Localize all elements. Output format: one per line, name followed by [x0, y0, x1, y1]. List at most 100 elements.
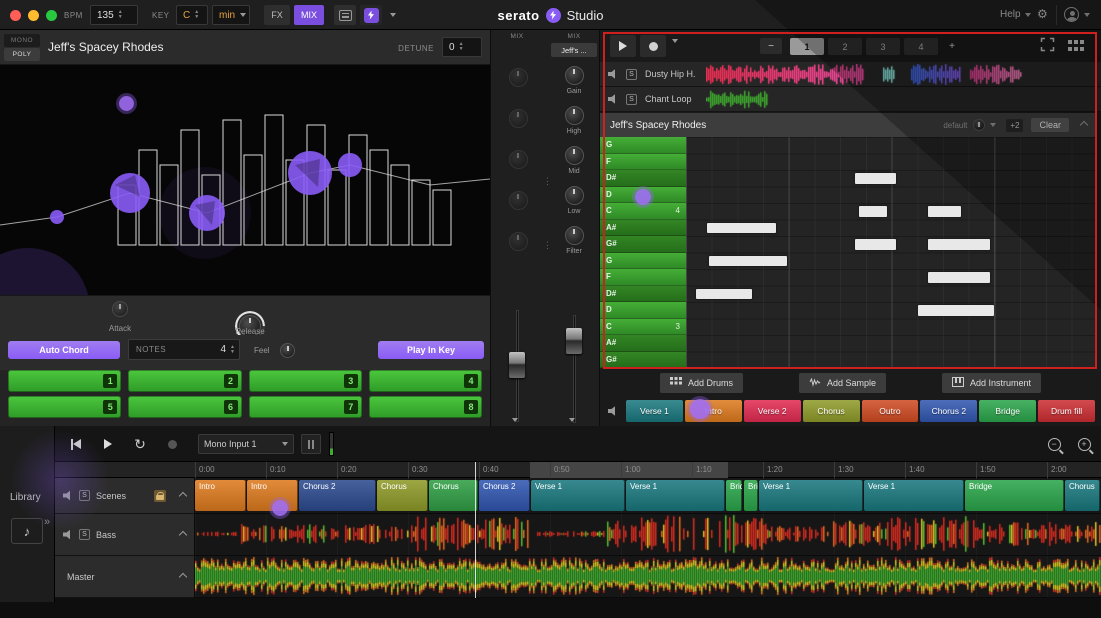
mixer-knob-high[interactable] [565, 106, 584, 125]
piano-roll-grid[interactable] [686, 137, 1097, 368]
clear-button[interactable]: Clear [1031, 118, 1069, 132]
timeline-scene-block-chorus-2[interactable]: Chorus 2 [479, 480, 530, 511]
timeline-scene-block-verse-1[interactable]: Verse 1 [864, 480, 964, 511]
timeline-scene-block-chorus[interactable]: Chorus [429, 480, 478, 511]
mono-toggle[interactable]: MONO [4, 34, 40, 47]
notes-count-box[interactable]: NOTES 4 ▲▼ [128, 339, 240, 360]
fx-button[interactable]: FX [264, 5, 290, 25]
scene-button-outro[interactable]: Outro [862, 400, 919, 422]
drum-machine-icon[interactable] [1068, 39, 1084, 57]
timeline-record-button[interactable] [159, 431, 185, 457]
mixer-knob-low[interactable] [565, 186, 584, 205]
speaker-icon[interactable] [63, 530, 73, 540]
mixer-knob[interactable] [509, 109, 528, 128]
arranger-play-button[interactable] [610, 35, 636, 57]
piano-key-d-[interactable]: D# [600, 286, 686, 303]
timeline-scene-block-chorus[interactable]: Chorus [377, 480, 428, 511]
collapse-chevron-icon[interactable] [1080, 121, 1088, 129]
mixer-knob-mid[interactable] [565, 146, 584, 165]
piano-key-d-[interactable]: D# [600, 170, 686, 187]
attack-knob[interactable] [112, 301, 128, 317]
library-sidebar[interactable]: Library ♪ » [0, 426, 55, 602]
bpm-stepper[interactable]: ▲▼ [118, 10, 123, 20]
detune-stepper[interactable]: ▲▼ [459, 42, 464, 52]
midi-note[interactable] [709, 256, 787, 267]
sound-pack-button[interactable] [360, 5, 382, 25]
add-sample-button[interactable]: Add Sample [799, 373, 886, 393]
dusty-waveform[interactable] [706, 64, 1101, 85]
add-instrument-button[interactable]: Add Instrument [942, 373, 1041, 393]
lock-icon[interactable] [154, 490, 166, 502]
piano-key-g-[interactable]: G# [600, 236, 686, 253]
strip1-fader[interactable] [509, 352, 525, 378]
collapse-chevron-icon[interactable] [179, 491, 187, 499]
pack-dropdown[interactable] [386, 5, 400, 25]
mix-button[interactable]: MIX [294, 5, 324, 25]
macro-knob[interactable] [973, 119, 985, 131]
timeline-scene-block-bridge[interactable]: Bridge [744, 480, 758, 511]
scenes-track-header[interactable]: S Scenes [55, 478, 195, 514]
master-track-header[interactable]: Master [55, 556, 195, 598]
input-source-dropdown[interactable]: Mono Input 1 [198, 434, 294, 454]
bar-length-button-4[interactable]: 4 [904, 38, 938, 55]
piano-key-g[interactable]: G [600, 253, 686, 270]
track-row-chant[interactable]: S Chant Loop [600, 87, 1101, 112]
timeline-scene-block-intro[interactable]: Intro [195, 480, 246, 511]
scene-button-drum-fill[interactable]: Drum fill [1038, 400, 1095, 422]
key-stepper[interactable]: ▲▼ [194, 10, 199, 20]
poly-toggle[interactable]: POLY [4, 48, 40, 61]
speaker-icon[interactable] [608, 94, 618, 104]
midi-note[interactable] [928, 272, 990, 283]
scene-button-chorus[interactable]: Chorus [803, 400, 860, 422]
add-bar-button[interactable]: + [942, 38, 962, 54]
mixer-strip2-channel-name[interactable]: Jeff's ... [551, 43, 597, 57]
strip2-fader[interactable] [566, 328, 582, 354]
timeline-scene-block-bridge[interactable]: Bridge [965, 480, 1064, 511]
key-value-box[interactable]: C ▲▼ [176, 5, 208, 25]
instrument-pad-7[interactable]: 7 [249, 396, 362, 418]
bar-length-button-1[interactable]: 1 [790, 38, 824, 55]
master-track-content[interactable] [195, 556, 1101, 598]
loop-icon[interactable]: ↻ [127, 431, 153, 457]
midi-note[interactable] [918, 305, 994, 316]
bass-track-content[interactable] [195, 514, 1101, 556]
piano-key-g[interactable]: G [600, 137, 686, 154]
mixer-knob[interactable] [509, 232, 528, 251]
key-scale-dropdown[interactable]: min [212, 5, 250, 25]
timeline-scene-block-verse-1[interactable]: Verse 1 [626, 480, 725, 511]
instrument-pad-5[interactable]: 5 [8, 396, 121, 418]
speaker-icon[interactable] [608, 69, 618, 79]
piano-key-c4[interactable]: C4 [600, 203, 686, 220]
playhead[interactable] [475, 462, 476, 598]
zoom-window-icon[interactable] [46, 10, 57, 21]
help-menu[interactable]: Help [1000, 9, 1031, 20]
mixer-knob[interactable] [509, 150, 528, 169]
instrument-pad-6[interactable]: 6 [128, 396, 241, 418]
fullscreen-icon[interactable] [1040, 37, 1055, 57]
scene-button-chorus-2[interactable]: Chorus 2 [920, 400, 977, 422]
timeline-scene-block-verse-1[interactable]: Verse 1 [531, 480, 625, 511]
speaker-icon[interactable] [608, 406, 618, 416]
speaker-icon[interactable] [63, 491, 73, 501]
notes-stepper[interactable]: ▲▼ [230, 345, 235, 355]
music-note-icon[interactable]: ♪ [11, 518, 43, 544]
play-in-key-button[interactable]: Play In Key [378, 341, 484, 359]
gear-icon[interactable]: ⚙ [1037, 7, 1048, 21]
scene-button-bridge[interactable]: Bridge [979, 400, 1036, 422]
zoom-out-button[interactable]: − [1041, 431, 1067, 457]
collapse-chevron-icon[interactable] [179, 530, 187, 538]
instrument-pad-8[interactable]: 8 [369, 396, 482, 418]
instrument-pad-2[interactable]: 2 [128, 370, 241, 392]
mixer-knob-filter[interactable] [565, 226, 584, 245]
piano-key-g-[interactable]: G# [600, 352, 686, 369]
chevron-down-icon[interactable] [990, 123, 996, 127]
close-window-icon[interactable] [10, 10, 21, 21]
piano-key-a-[interactable]: A# [600, 220, 686, 237]
collapse-chevron-icon[interactable] [179, 572, 187, 580]
mixer-knob-gain[interactable] [565, 66, 584, 85]
bar-length-button-2[interactable]: 2 [828, 38, 862, 55]
piano-key-f[interactable]: F [600, 154, 686, 171]
bpm-value-box[interactable]: 135 ▲▼ [90, 5, 138, 25]
timeline-play-button[interactable] [95, 431, 121, 457]
piano-key-a-[interactable]: A# [600, 335, 686, 352]
